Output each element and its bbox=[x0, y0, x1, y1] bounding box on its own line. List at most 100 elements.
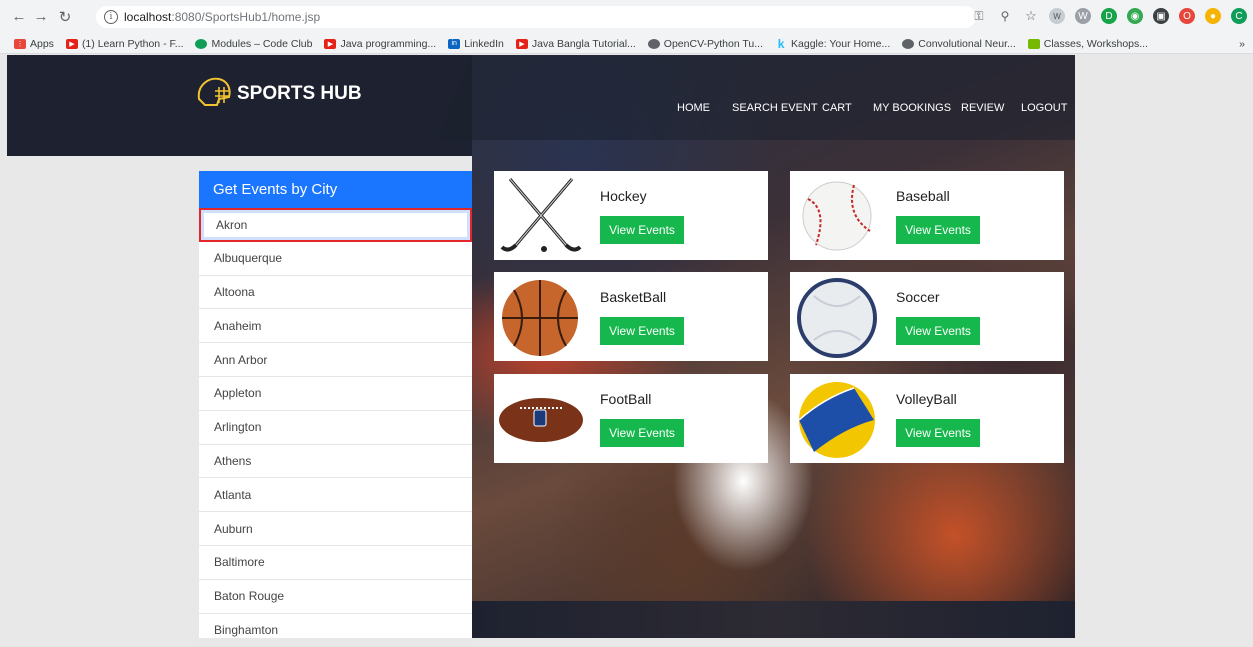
city-item[interactable]: Arlington bbox=[199, 411, 472, 445]
site-logo[interactable]: SPORTS HUB bbox=[195, 75, 362, 109]
sidebar-title: Get Events by City bbox=[199, 171, 472, 208]
city-item[interactable]: Appleton bbox=[199, 377, 472, 411]
football-icon bbox=[499, 398, 583, 442]
bookmark-label: Java programming... bbox=[340, 37, 437, 50]
extension-square-icon[interactable]: ▣ bbox=[1153, 8, 1169, 24]
key-icon[interactable]: ⚿ bbox=[971, 8, 987, 24]
sport-card-basketball: BasketBall View Events bbox=[494, 272, 768, 361]
bookmark-label: Apps bbox=[30, 37, 54, 50]
nav-my-bookings[interactable]: MY BOOKINGS bbox=[873, 102, 951, 114]
youtube-icon: ▶ bbox=[65, 38, 78, 49]
view-events-button[interactable]: View Events bbox=[600, 419, 684, 447]
baseball-icon bbox=[802, 181, 872, 251]
bookmark-label: LinkedIn bbox=[464, 37, 504, 50]
city-sidebar: Get Events by City Akron Albuquerque Alt… bbox=[199, 171, 472, 647]
basketball-icon bbox=[502, 280, 578, 356]
address-bar[interactable]: i localhost:8080/SportsHub1/home.jsp bbox=[96, 6, 976, 28]
sport-card-baseball: Baseball View Events bbox=[790, 171, 1064, 260]
extension-wordpress-icon[interactable]: W bbox=[1075, 8, 1091, 24]
bookmark-label: OpenCV-Python Tu... bbox=[663, 37, 764, 50]
reload-icon[interactable]: ↻ bbox=[54, 8, 76, 26]
city-item[interactable]: Auburn bbox=[199, 512, 472, 546]
view-events-button[interactable]: View Events bbox=[896, 216, 980, 244]
volleyball-icon bbox=[798, 382, 875, 458]
bookmark-item[interactable]: ▶ Java programming... bbox=[324, 38, 436, 50]
bookmark-label: Classes, Workshops... bbox=[1043, 37, 1149, 50]
youtube-icon: ▶ bbox=[324, 38, 337, 49]
extension-w-icon[interactable]: W bbox=[1049, 8, 1065, 24]
bookmarks-bar: ⋮ Apps ▶ (1) Learn Python - F... Modules –… bbox=[0, 34, 1253, 54]
sport-name: Hockey bbox=[600, 188, 647, 204]
more-bookmarks-icon[interactable]: » bbox=[1239, 38, 1245, 50]
bookmark-label: Modules – Code Club bbox=[211, 37, 313, 50]
bookmark-item[interactable]: Modules – Code Club bbox=[195, 38, 312, 50]
extension-circle-icon[interactable]: ◉ bbox=[1127, 8, 1143, 24]
nav-review[interactable]: REVIEW bbox=[961, 102, 1004, 114]
bookmark-item[interactable]: in LinkedIn bbox=[448, 38, 504, 50]
sport-card-football: FootBall View Events bbox=[494, 374, 768, 463]
sport-card-hockey: Hockey View Events bbox=[494, 171, 768, 260]
nav-cart[interactable]: CART bbox=[822, 102, 852, 114]
sport-card-soccer: Soccer View Events bbox=[790, 272, 1064, 361]
bookmark-item[interactable]: OpenCV-Python Tu... bbox=[647, 37, 764, 50]
view-events-button[interactable]: View Events bbox=[896, 317, 980, 345]
browser-toolbar: ← → ↻ i localhost:8080/SportsHub1/home.j… bbox=[0, 0, 1253, 34]
back-icon[interactable]: ← bbox=[8, 8, 30, 25]
bookmark-apps[interactable]: ⋮ Apps bbox=[14, 38, 54, 50]
sport-name: VolleyBall bbox=[896, 391, 957, 407]
bookmark-item[interactable]: ▶ Java Bangla Tutorial... bbox=[515, 37, 636, 50]
hockey-sticks-icon bbox=[500, 178, 582, 252]
city-item[interactable]: Altoona bbox=[199, 276, 472, 310]
bookmark-item[interactable]: k Kaggle: Your Home... bbox=[775, 36, 891, 51]
city-item[interactable]: Anaheim bbox=[199, 309, 472, 344]
view-events-button[interactable]: View Events bbox=[896, 419, 980, 447]
bookmark-item[interactable]: ▶ (1) Learn Python - F... bbox=[65, 37, 184, 50]
city-item-akron[interactable]: Akron bbox=[199, 208, 472, 242]
sport-name: Baseball bbox=[896, 188, 950, 204]
helmet-icon bbox=[197, 77, 231, 106]
view-events-button[interactable]: View Events bbox=[600, 317, 684, 345]
sport-card-volleyball: VolleyBall View Events bbox=[790, 374, 1064, 463]
bookmark-label: Convolutional Neur... bbox=[918, 37, 1016, 50]
bookmark-label: Java Bangla Tutorial... bbox=[531, 37, 636, 50]
city-item[interactable]: Baton Rouge bbox=[199, 580, 472, 614]
city-item[interactable]: Athens bbox=[199, 445, 472, 479]
nav-logout[interactable]: LOGOUT bbox=[1021, 102, 1067, 114]
profile-avatar-icon[interactable]: ● bbox=[1205, 8, 1221, 24]
apps-grid-icon: ⋮ bbox=[14, 38, 26, 49]
url-host: localhost bbox=[124, 10, 172, 24]
city-item[interactable]: Albuquerque bbox=[199, 242, 472, 276]
city-item[interactable]: Ann Arbor bbox=[199, 343, 472, 377]
bookmark-label: (1) Learn Python - F... bbox=[81, 37, 184, 50]
city-item[interactable]: Atlanta bbox=[199, 478, 472, 513]
forward-icon[interactable]: → bbox=[30, 8, 52, 25]
extension-d-icon[interactable]: D bbox=[1101, 8, 1117, 24]
city-item[interactable]: Binghamton bbox=[199, 614, 472, 647]
soccer-ball-icon bbox=[797, 278, 877, 358]
nav-home[interactable]: HOME bbox=[677, 102, 710, 114]
page: SPORTS HUB HOME SEARCH EVENT CART MY BOO… bbox=[7, 55, 1253, 647]
extension-green-icon[interactable]: C bbox=[1231, 8, 1247, 24]
view-events-button[interactable]: View Events bbox=[600, 216, 684, 244]
sport-name: Soccer bbox=[896, 289, 940, 305]
star-icon[interactable]: ☆ bbox=[1023, 8, 1039, 24]
bookmark-label: Kaggle: Your Home... bbox=[791, 37, 891, 50]
linkedin-icon: in bbox=[448, 38, 461, 49]
info-icon[interactable]: i bbox=[104, 10, 118, 24]
bookmark-item[interactable]: Convolutional Neur... bbox=[902, 37, 1016, 50]
sport-name: BasketBall bbox=[600, 289, 667, 305]
globe-icon bbox=[647, 38, 660, 49]
city-item[interactable]: Baltimore bbox=[199, 546, 472, 580]
zoom-icon[interactable]: ⚲ bbox=[997, 8, 1013, 24]
nvidia-icon bbox=[1027, 38, 1040, 49]
bookmark-item[interactable]: Classes, Workshops... bbox=[1027, 37, 1149, 50]
url-path: :8080/SportsHub1/home.jsp bbox=[171, 10, 321, 24]
youtube-icon: ▶ bbox=[515, 38, 528, 49]
globe-icon bbox=[902, 38, 915, 49]
kaggle-icon: k bbox=[777, 36, 785, 51]
codeclub-icon bbox=[195, 38, 208, 49]
extension-opera-icon[interactable]: O bbox=[1179, 8, 1195, 24]
logo-text: SPORTS HUB bbox=[237, 83, 362, 104]
hero-lower-strip bbox=[472, 601, 1075, 638]
nav-search-event[interactable]: SEARCH EVENT bbox=[732, 102, 818, 114]
